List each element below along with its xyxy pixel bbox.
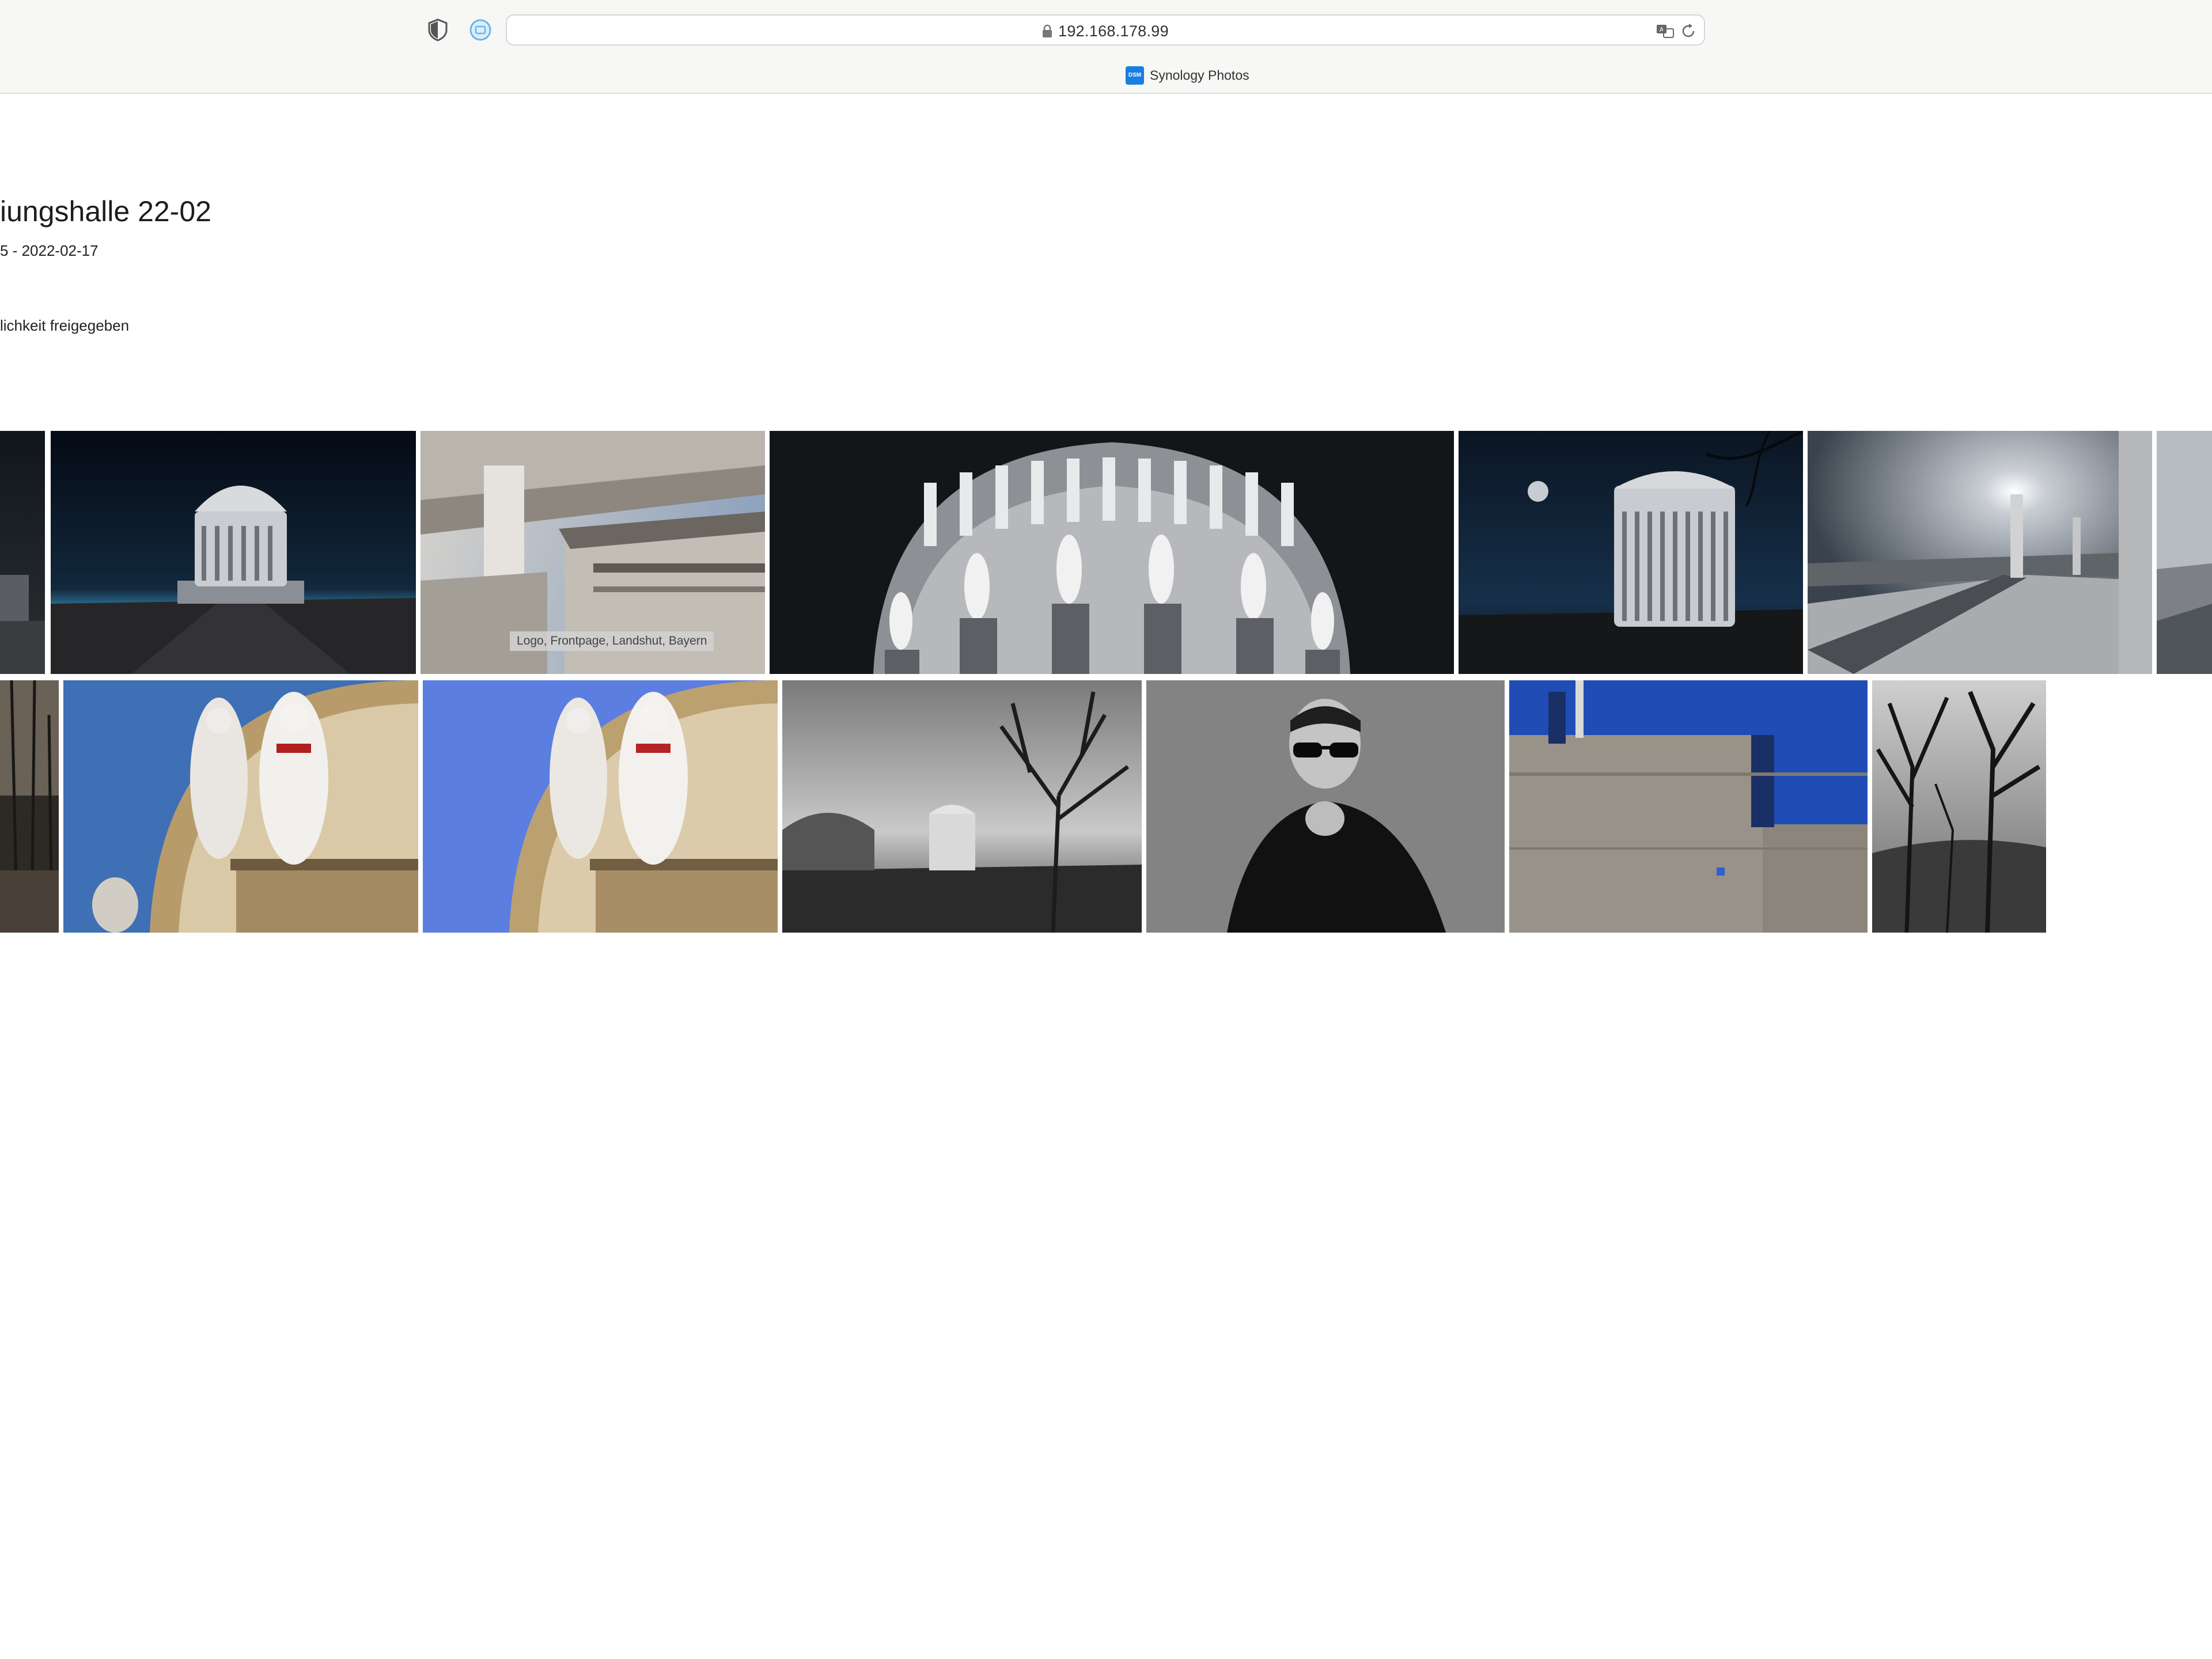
album-title: iungshalle 22-02 <box>0 195 211 228</box>
reload-icon[interactable] <box>1679 21 1698 41</box>
photo-thumbnail[interactable] <box>1872 680 2046 933</box>
active-tab[interactable]: DSM Synology Photos <box>1126 66 1249 86</box>
url-text: 192.168.178.99 <box>1058 22 1169 40</box>
photo-thumbnail[interactable] <box>1459 431 1803 674</box>
album-share-status[interactable]: lichkeit freigegeben <box>0 317 129 335</box>
photo-thumbnail[interactable]: Logo, Frontpage, Landshut, Bayern <box>421 431 765 674</box>
photo-thumbnail[interactable] <box>782 680 1142 933</box>
photo-thumbnail[interactable] <box>1808 431 2152 674</box>
photo-caption: Logo, Frontpage, Landshut, Bayern <box>510 631 714 651</box>
address-bar[interactable]: 192.168.178.99 A <box>506 14 1705 46</box>
translate-icon[interactable]: A <box>1656 21 1675 41</box>
synology-favicon-icon: DSM <box>1126 66 1144 85</box>
photo-thumbnail[interactable] <box>1146 680 1505 933</box>
tab-title: Synology Photos <box>1150 67 1249 83</box>
photo-thumbnail[interactable] <box>0 431 45 674</box>
photo-thumbnail[interactable] <box>423 680 778 933</box>
photo-thumbnail[interactable] <box>51 431 416 674</box>
photo-thumbnail[interactable] <box>1509 680 1868 933</box>
photo-thumbnail[interactable] <box>63 680 418 933</box>
album-meta: 5 - 2022-02-17 <box>0 242 99 259</box>
browser-toolbar: 192.168.178.99 A DSM Synology Photos <box>0 0 2212 94</box>
privacy-shield-icon[interactable] <box>425 17 450 43</box>
extension-icon[interactable] <box>468 17 493 43</box>
photo-thumbnail[interactable] <box>770 431 1454 674</box>
photo-thumbnail[interactable] <box>2157 431 2212 674</box>
photo-thumbnail[interactable] <box>0 680 59 933</box>
lock-icon <box>1043 24 1052 37</box>
